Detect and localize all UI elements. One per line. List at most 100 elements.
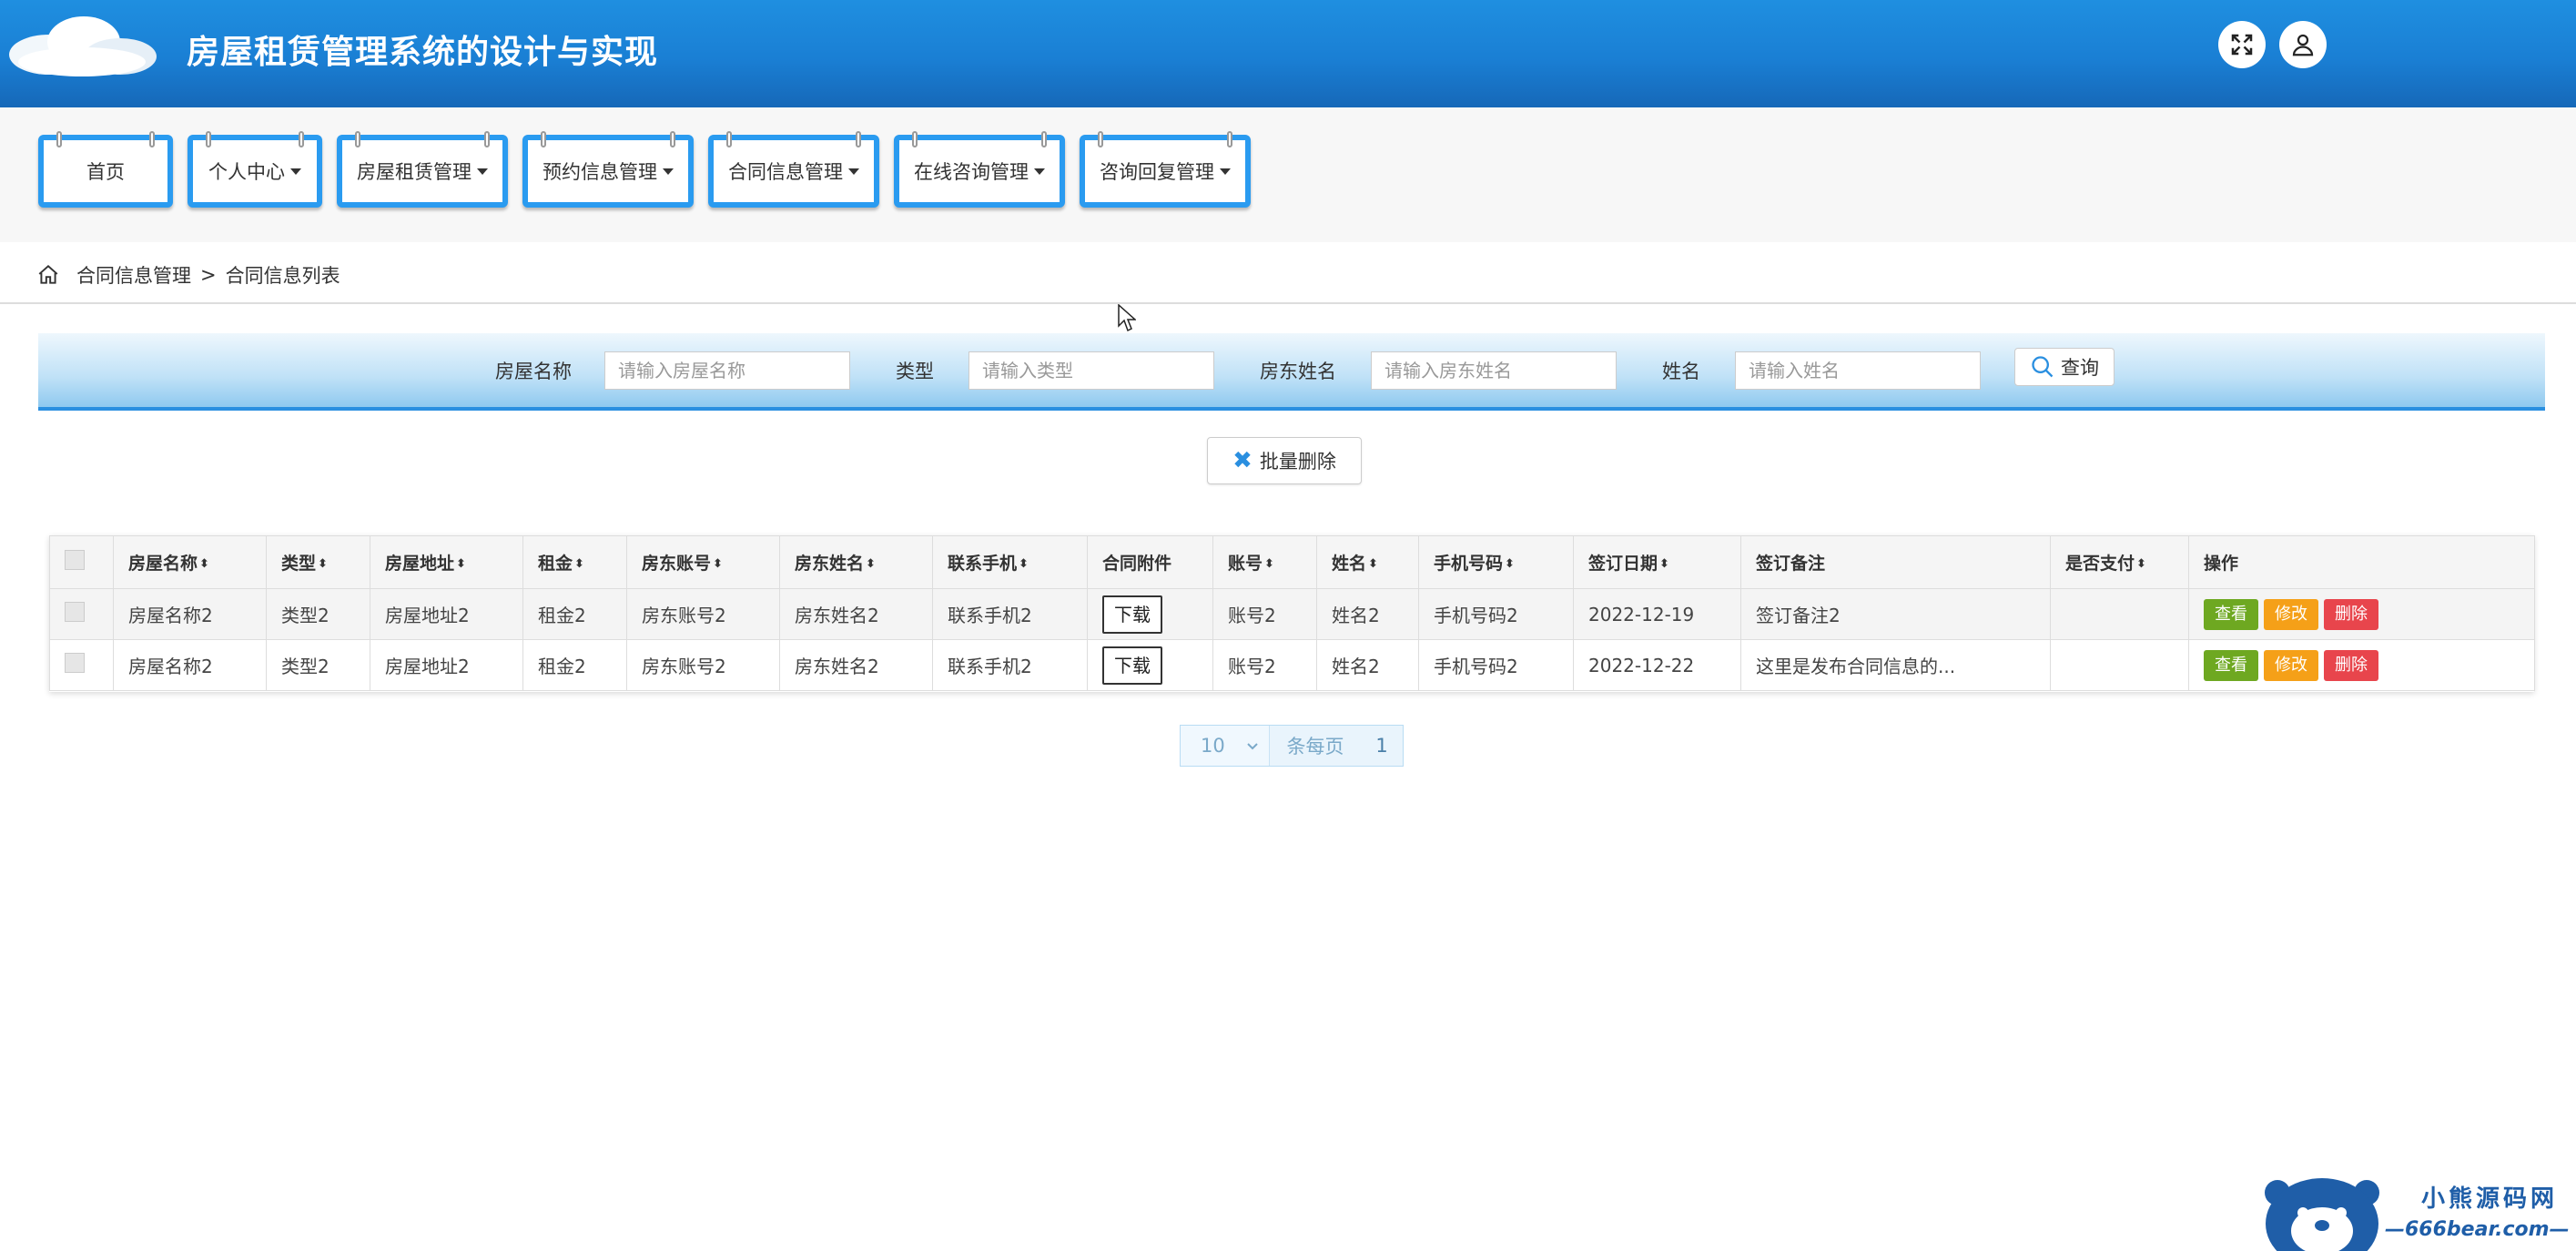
- batch-delete-button[interactable]: ✖ 批量删除: [1207, 437, 1362, 484]
- search-label-type: 类型: [896, 361, 934, 382]
- nav-item-contract[interactable]: 合同信息管理: [708, 131, 879, 208]
- search-button[interactable]: 查询: [2014, 348, 2115, 386]
- caret-down-icon: [1034, 168, 1045, 175]
- nav-item-booking[interactable]: 预约信息管理: [522, 131, 694, 208]
- fullscreen-button[interactable]: [2218, 21, 2266, 68]
- sort-icon: ⬍: [1264, 557, 1274, 571]
- table-row: 房屋名称2 类型2 房屋地址2 租金2 房东账号2 房东姓名2 联系手机2 下载…: [49, 639, 2535, 691]
- batch-delete-label: 批量删除: [1259, 451, 1336, 473]
- table-cell: 类型2: [266, 639, 370, 691]
- search-bar: 房屋名称 类型 房东姓名 姓名 查询: [38, 333, 2545, 411]
- nav-item-label: 合同信息管理: [728, 161, 843, 183]
- edit-button[interactable]: 修改: [2264, 649, 2318, 681]
- table-cell: 账号2: [1212, 588, 1317, 640]
- table-cell: 手机号码2: [1418, 639, 1574, 691]
- column-header: 签订备注: [1740, 535, 2051, 589]
- sort-icon: ⬍: [1659, 557, 1669, 571]
- delete-button[interactable]: 删除: [2324, 598, 2378, 630]
- search-input-type[interactable]: [969, 351, 1214, 390]
- column-header[interactable]: 房屋地址 ⬍: [370, 535, 523, 589]
- table-cell: [2050, 639, 2189, 691]
- nav-item-label: 首页: [86, 161, 125, 183]
- sort-icon: ⬍: [456, 557, 466, 571]
- actions-cell: 查看 修改 删除: [2188, 588, 2535, 640]
- delete-button[interactable]: 删除: [2324, 649, 2378, 681]
- app-header: 房屋租赁管理系统的设计与实现: [0, 0, 2576, 107]
- nav-item-rental[interactable]: 房屋租赁管理: [337, 131, 508, 208]
- nav-item-label: 在线咨询管理: [914, 161, 1029, 183]
- row-checkbox[interactable]: [65, 602, 85, 622]
- column-header[interactable]: 联系手机 ⬍: [932, 535, 1088, 589]
- search-input-house-name[interactable]: [604, 351, 850, 390]
- breadcrumb-separator: >: [200, 264, 217, 286]
- edit-button[interactable]: 修改: [2264, 598, 2318, 630]
- search-input-landlord[interactable]: [1371, 351, 1617, 390]
- nav-item-home[interactable]: 首页: [38, 131, 173, 208]
- table-cell: 2022-12-22: [1573, 639, 1741, 691]
- search-button-label: 查询: [2061, 357, 2099, 379]
- table-cell: 姓名2: [1316, 639, 1419, 691]
- table-row: 房屋名称2 类型2 房屋地址2 租金2 房东账号2 房东姓名2 联系手机2 下载…: [49, 588, 2535, 640]
- actions-cell: 查看 修改 删除: [2188, 639, 2535, 691]
- table-cell: 2022-12-19: [1573, 588, 1741, 640]
- attachment-cell: 下载: [1087, 639, 1213, 691]
- table-cell: 房东姓名2: [779, 588, 933, 640]
- column-header[interactable]: 类型 ⬍: [266, 535, 370, 589]
- nav-item-label: 个人中心: [208, 161, 285, 183]
- column-header[interactable]: 手机号码 ⬍: [1418, 535, 1574, 589]
- breadcrumb-level2: 合同信息列表: [225, 265, 340, 287]
- column-header[interactable]: 房东姓名 ⬍: [779, 535, 933, 589]
- table-cell: 签订备注2: [1740, 588, 2051, 640]
- row-select-cell: [49, 639, 114, 691]
- user-menu-button[interactable]: [2279, 21, 2327, 68]
- breadcrumb-level1[interactable]: 合同信息管理: [76, 261, 191, 289]
- table-cell: 房东账号2: [626, 588, 780, 640]
- nav-item-consult[interactable]: 在线咨询管理: [894, 131, 1065, 208]
- nav-item-profile[interactable]: 个人中心: [188, 131, 322, 208]
- sort-icon: ⬍: [574, 557, 584, 571]
- view-button[interactable]: 查看: [2204, 598, 2258, 630]
- caret-down-icon: [1220, 168, 1231, 175]
- sort-icon: ⬍: [713, 557, 723, 571]
- column-header[interactable]: 是否支付 ⬍: [2050, 535, 2189, 589]
- download-button[interactable]: 下载: [1102, 595, 1162, 634]
- sort-icon: ⬍: [1368, 557, 1378, 571]
- column-header[interactable]: 房屋名称 ⬍: [113, 535, 267, 589]
- column-header: 合同附件: [1087, 535, 1213, 589]
- column-header[interactable]: 签订日期 ⬍: [1573, 535, 1741, 589]
- column-header[interactable]: 账号 ⬍: [1212, 535, 1317, 589]
- home-icon[interactable]: [36, 263, 60, 287]
- contract-table: 房屋名称 ⬍ 类型 ⬍ 房屋地址 ⬍ 租金 ⬍ 房东账号 ⬍ 房东姓名 ⬍ 联系手机 ⬍ 合同…: [49, 535, 2535, 692]
- column-header[interactable]: 姓名 ⬍: [1316, 535, 1419, 589]
- table-cell: 房东账号2: [626, 639, 780, 691]
- table-cell: 手机号码2: [1418, 588, 1574, 640]
- download-button[interactable]: 下载: [1102, 646, 1162, 685]
- table-cell: 类型2: [266, 588, 370, 640]
- close-icon: ✖: [1232, 447, 1253, 474]
- pagination: 10 条每页 1: [1180, 725, 1404, 767]
- search-input-name[interactable]: [1735, 351, 1981, 390]
- table-cell: 租金2: [522, 639, 627, 691]
- sort-icon: ⬍: [866, 557, 876, 571]
- table-cell: 这里是发布合同信息的...: [1740, 639, 2051, 691]
- watermark-title: 小熊源码网: [2421, 1185, 2559, 1213]
- page-size-select[interactable]: 10: [1181, 726, 1270, 766]
- column-header[interactable]: 房东账号 ⬍: [626, 535, 780, 589]
- table-cell: 姓名2: [1316, 588, 1419, 640]
- search-label-name: 姓名: [1662, 361, 1700, 382]
- view-button[interactable]: 查看: [2204, 649, 2258, 681]
- select-all-cell: [49, 535, 114, 589]
- page-number[interactable]: 1: [1361, 735, 1403, 757]
- caret-down-icon: [290, 168, 301, 175]
- site-title: 房屋租赁管理系统的设计与实现: [187, 34, 659, 71]
- breadcrumb: 合同信息管理 > 合同信息列表: [36, 260, 340, 290]
- sort-icon: ⬍: [1019, 557, 1029, 571]
- table-cell: 联系手机2: [932, 639, 1088, 691]
- nav-item-reply[interactable]: 咨询回复管理: [1080, 131, 1251, 208]
- table-cell: 房东姓名2: [779, 639, 933, 691]
- select-all-checkbox[interactable]: [65, 550, 85, 570]
- nav-item-label: 咨询回复管理: [1100, 161, 1214, 183]
- column-header[interactable]: 租金 ⬍: [522, 535, 627, 589]
- user-icon: [2292, 34, 2314, 56]
- row-checkbox[interactable]: [65, 653, 85, 673]
